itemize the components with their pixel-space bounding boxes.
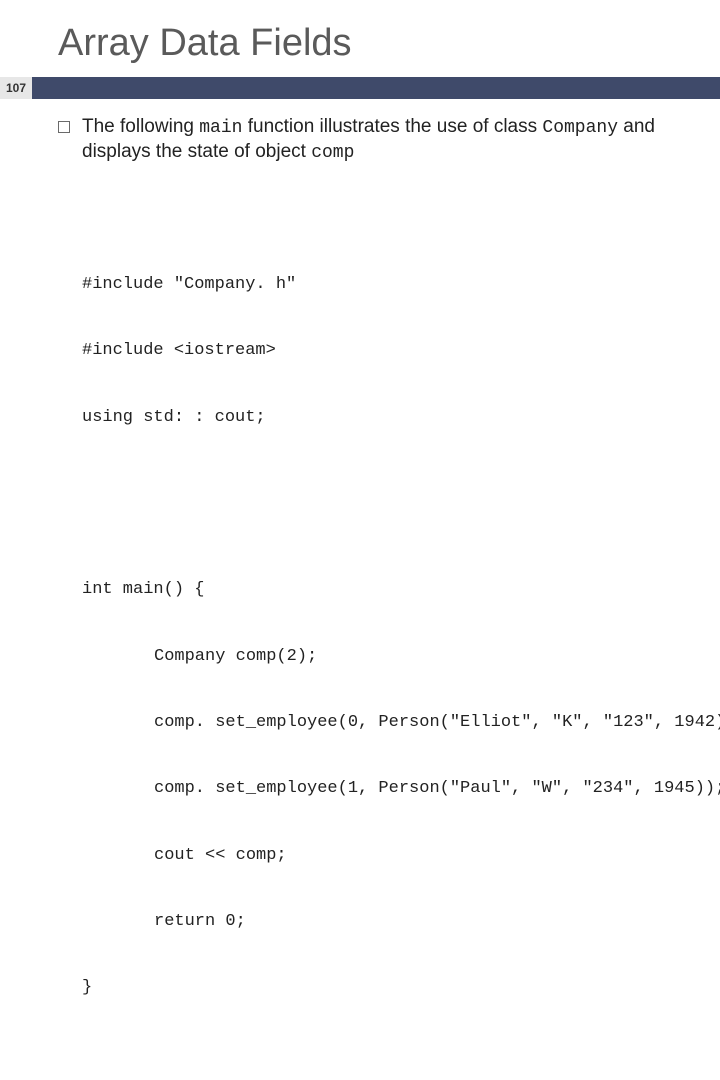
- inline-code: Company: [542, 118, 618, 138]
- bullet-text-part: The following: [82, 116, 199, 137]
- slide-content: The following main function illustrates …: [0, 99, 720, 1080]
- bullet-text-part: function illustrates the use of class: [242, 116, 542, 137]
- code-line: #include <iostream>: [82, 340, 680, 362]
- bullet-item: The following main function illustrates …: [58, 115, 680, 166]
- code-block: #include "Company. h" #include <iostream…: [82, 186, 680, 1080]
- slide-title: Array Data Fields: [0, 0, 720, 77]
- page-number-badge: 107: [0, 77, 32, 99]
- inline-code: main: [199, 118, 242, 138]
- code-line: using std: : cout;: [82, 407, 680, 429]
- code-line: cout << comp;: [82, 845, 680, 867]
- inline-code: comp: [311, 143, 354, 163]
- code-line: }: [82, 977, 680, 999]
- slide: Array Data Fields 107 The following main…: [0, 0, 720, 540]
- accent-bar: 107: [0, 77, 720, 99]
- bullet-marker-icon: [58, 121, 70, 133]
- code-section: #include "Company. h" #include <iostream…: [82, 230, 680, 473]
- code-line: int main() {: [82, 579, 680, 601]
- code-line: return 0;: [82, 911, 680, 933]
- code-line: #include "Company. h": [82, 274, 680, 296]
- bullet-text: The following main function illustrates …: [82, 115, 680, 166]
- code-line: comp. set_employee(1, Person("Paul", "W"…: [82, 778, 680, 800]
- code-line: comp. set_employee(0, Person("Elliot", "…: [82, 712, 680, 734]
- code-section: int main() { Company comp(2); comp. set_…: [82, 535, 680, 1043]
- code-line: Company comp(2);: [82, 646, 680, 668]
